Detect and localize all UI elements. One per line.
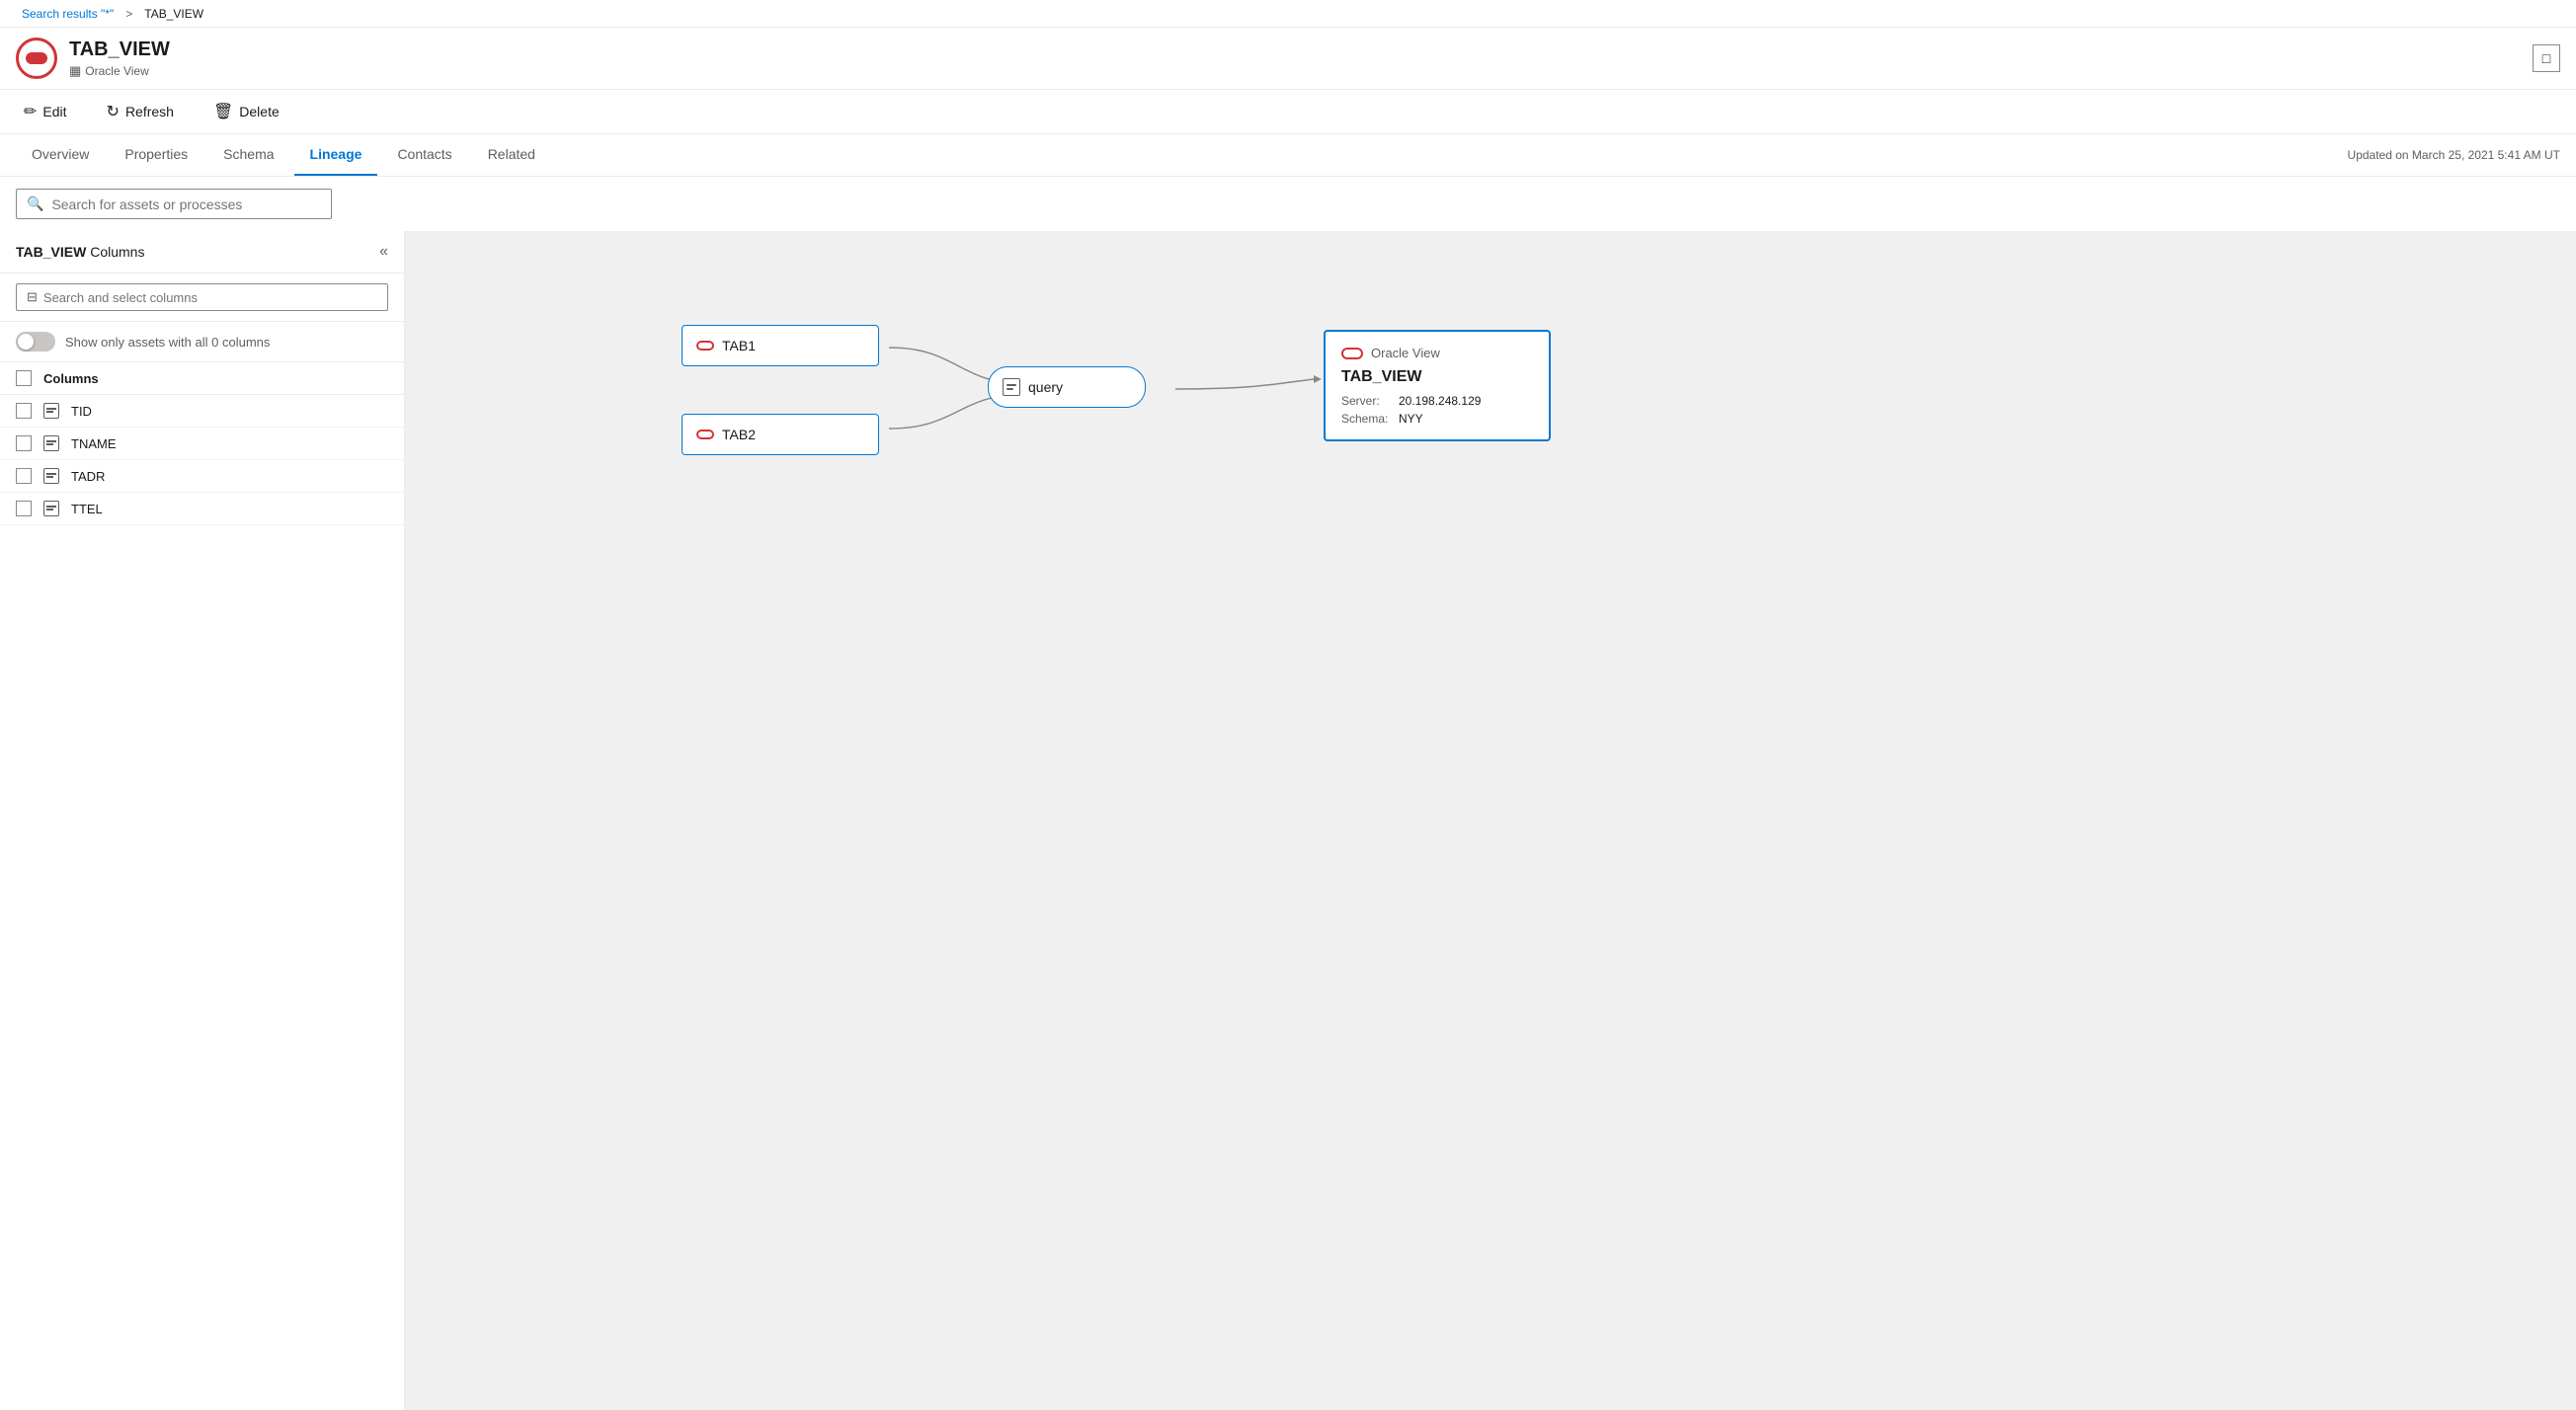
schema-label: Schema: xyxy=(1341,412,1391,426)
search-icon: 🔍 xyxy=(27,196,43,212)
tadr-col-icon xyxy=(43,468,59,484)
tname-col-name: TNAME xyxy=(71,436,117,451)
tid-col-icon xyxy=(43,403,59,419)
tid-col-name: TID xyxy=(71,404,92,419)
tid-checkbox[interactable] xyxy=(16,403,32,419)
asset-type-label: Oracle View xyxy=(85,64,148,78)
query-node[interactable]: query xyxy=(988,366,1146,408)
ttel-col-icon xyxy=(43,501,59,516)
updated-timestamp: Updated on March 25, 2021 5:41 AM UT xyxy=(2348,148,2560,162)
column-row-tname[interactable]: TNAME xyxy=(0,428,404,460)
header-info: TAB_VIEW ▦ Oracle View xyxy=(69,39,170,79)
asset-search-box[interactable]: 🔍 xyxy=(16,189,332,219)
server-label: Server: xyxy=(1341,394,1391,408)
edit-button[interactable]: ✏ Edit xyxy=(16,98,75,125)
detail-asset-name: TAB_VIEW xyxy=(1341,368,1533,386)
columns-header-label: Columns xyxy=(43,371,99,386)
asset-search-input[interactable] xyxy=(51,196,321,212)
ttel-checkbox[interactable] xyxy=(16,501,32,516)
tab2-node[interactable]: TAB2 xyxy=(682,414,879,455)
breadcrumb: Search results "*" > TAB_VIEW xyxy=(0,0,2576,28)
panel-header: TAB_VIEW Columns « xyxy=(0,231,404,274)
column-search-box[interactable]: ⊟ xyxy=(16,283,388,311)
tabview-detail-card[interactable]: Oracle View TAB_VIEW Server: 20.198.248.… xyxy=(1324,330,1551,441)
collapse-panel-button[interactable]: « xyxy=(379,243,388,261)
filter-icon: ⊟ xyxy=(27,289,38,305)
query-line-1 xyxy=(1006,384,1016,386)
tadr-col-name: TADR xyxy=(71,469,105,484)
lineage-canvas: TAB1 TAB2 query Oracle View xyxy=(405,231,2576,1410)
column-row-ttel[interactable]: TTEL xyxy=(0,493,404,525)
toggle-label: Show only assets with all 0 columns xyxy=(65,335,270,350)
edit-label: Edit xyxy=(42,104,66,119)
toolbar: ✏ Edit ↻ Refresh 🗑 Delete xyxy=(0,90,2576,134)
tab1-logo xyxy=(696,341,714,351)
detail-oracle-logo xyxy=(1341,348,1363,359)
tab1-node[interactable]: TAB1 xyxy=(682,325,879,366)
detail-card-header: Oracle View xyxy=(1341,346,1533,360)
tadr-checkbox[interactable] xyxy=(16,468,32,484)
column-list: Columns TID TNAME TADR TTEL xyxy=(0,362,404,1410)
edit-icon: ✏ xyxy=(24,102,37,121)
delete-icon: 🗑 xyxy=(213,102,233,121)
schema-value: NYY xyxy=(1399,412,1423,426)
toggle-knob xyxy=(18,334,34,350)
column-search-area: ⊟ xyxy=(0,274,404,322)
refresh-label: Refresh xyxy=(125,104,174,119)
tab-overview[interactable]: Overview xyxy=(16,134,105,176)
delete-button[interactable]: 🗑 Delete xyxy=(205,98,287,125)
tab2-label: TAB2 xyxy=(722,427,756,442)
tab-properties[interactable]: Properties xyxy=(109,134,203,176)
detail-schema-field: Schema: NYY xyxy=(1341,412,1533,426)
tab-schema[interactable]: Schema xyxy=(207,134,289,176)
tab-lineage[interactable]: Lineage xyxy=(294,134,378,176)
query-icon xyxy=(1003,378,1020,396)
main-content: TAB_VIEW Columns « ⊟ Show only assets wi… xyxy=(0,231,2576,1410)
refresh-icon: ↻ xyxy=(107,102,120,121)
arrow-query-tabview xyxy=(1175,379,1314,389)
detail-server-field: Server: 20.198.248.129 xyxy=(1341,394,1533,408)
detail-type-label: Oracle View xyxy=(1371,346,1440,360)
asset-header: TAB_VIEW ▦ Oracle View □ xyxy=(0,28,2576,90)
column-row-tadr[interactable]: TADR xyxy=(0,460,404,493)
show-only-toggle[interactable] xyxy=(16,332,55,352)
panel-title: TAB_VIEW Columns xyxy=(16,244,144,260)
columns-header-row: Columns xyxy=(0,362,404,395)
breadcrumb-current: TAB_VIEW xyxy=(144,7,203,21)
select-all-checkbox[interactable] xyxy=(16,370,32,386)
tab1-label: TAB1 xyxy=(722,338,756,353)
toggle-row: Show only assets with all 0 columns xyxy=(0,322,404,362)
query-line-2 xyxy=(1006,388,1013,390)
left-panel: TAB_VIEW Columns « ⊟ Show only assets wi… xyxy=(0,231,405,1410)
refresh-button[interactable]: ↻ Refresh xyxy=(99,98,182,125)
tab-bar: Overview Properties Schema Lineage Conta… xyxy=(0,134,2576,177)
search-container: 🔍 xyxy=(0,177,2576,231)
delete-label: Delete xyxy=(239,104,279,119)
arrowhead-tabview xyxy=(1314,375,1322,383)
tab-related[interactable]: Related xyxy=(472,134,551,176)
oracle-logo xyxy=(16,38,57,79)
table-icon: ▦ xyxy=(69,63,81,79)
column-row-tid[interactable]: TID xyxy=(0,395,404,428)
breadcrumb-search-link[interactable]: Search results "*" xyxy=(22,7,114,21)
lineage-area: TAB1 TAB2 query Oracle View xyxy=(405,231,2576,1410)
server-value: 20.198.248.129 xyxy=(1399,394,1481,408)
panel-title-suffix: Columns xyxy=(86,244,144,260)
expand-icon: □ xyxy=(2542,50,2550,66)
ttel-col-name: TTEL xyxy=(71,502,103,516)
tname-col-icon xyxy=(43,435,59,451)
expand-button[interactable]: □ xyxy=(2533,44,2560,72)
tab-contacts[interactable]: Contacts xyxy=(381,134,467,176)
panel-title-bold: TAB_VIEW xyxy=(16,244,86,260)
asset-subtitle: ▦ Oracle View xyxy=(69,63,170,79)
tname-checkbox[interactable] xyxy=(16,435,32,451)
asset-title: TAB_VIEW xyxy=(69,39,170,61)
column-search-input[interactable] xyxy=(43,290,377,305)
breadcrumb-separator: > xyxy=(125,7,132,21)
tab2-logo xyxy=(696,430,714,439)
query-label: query xyxy=(1028,379,1063,395)
